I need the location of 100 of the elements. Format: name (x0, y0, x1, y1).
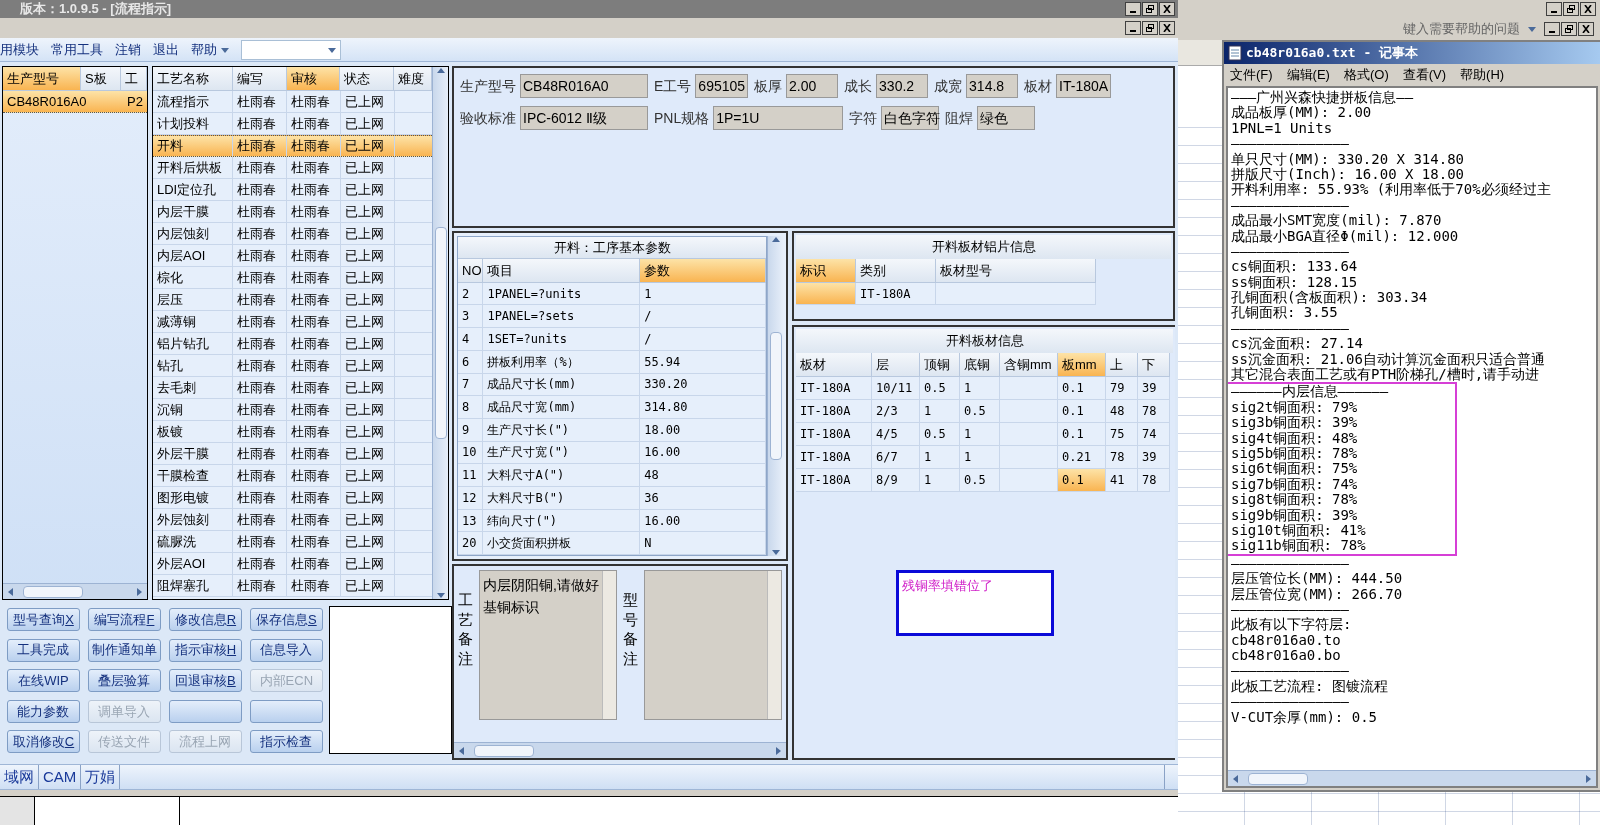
table-row[interactable]: 外层干膜 杜雨春 杜雨春 已上网 (153, 443, 432, 465)
minimize-icon[interactable] (1125, 2, 1141, 16)
table-row[interactable]: 开料后烘板 杜雨春 杜雨春 已上网 (153, 157, 432, 179)
column-header[interactable]: 类别 (856, 259, 936, 283)
action-button[interactable]: 修改信息R (168, 608, 242, 631)
table-row[interactable]: LDI定位孔 杜雨春 杜雨春 已上网 (153, 179, 432, 201)
scroll-thumb[interactable] (434, 226, 447, 440)
input-field[interactable]: 2.00 (786, 74, 839, 98)
menu-item[interactable]: 常用工具 (51, 39, 103, 60)
action-button[interactable]: 信息导入 (249, 638, 323, 662)
scroll-thumb[interactable] (23, 585, 83, 598)
menu-item[interactable]: 退出 (153, 39, 179, 60)
column-header[interactable]: 编写 (232, 67, 287, 91)
table-row[interactable]: 内层AOI 杜雨春 杜雨春 已上网 (153, 245, 432, 267)
remark-field[interactable] (644, 570, 782, 720)
table-row[interactable]: 硫脲洗 杜雨春 杜雨春 已上网 (153, 531, 432, 553)
scrollbar[interactable] (454, 742, 786, 758)
table-row[interactable]: 开料 杜雨春 杜雨春 已上网 (153, 135, 432, 157)
input-field[interactable]: 695105 (695, 74, 749, 98)
column-header[interactable]: 顶铜 (920, 353, 960, 377)
column-header[interactable]: 板mm (1058, 353, 1106, 377)
table-row[interactable]: 棕化 杜雨春 杜雨春 已上网 (153, 267, 432, 289)
column-header[interactable]: 生产型号 (3, 67, 81, 91)
column-header[interactable]: 工 (121, 67, 147, 91)
minimize-icon[interactable] (1125, 21, 1141, 35)
column-header[interactable]: 审核 (286, 67, 341, 91)
menu-item[interactable]: 用模块 (0, 39, 39, 60)
scrollbar[interactable] (1228, 770, 1596, 786)
table-row[interactable]: 铝片钻孔 杜雨春 杜雨春 已上网 (153, 333, 432, 355)
table-row[interactable]: 内层干膜 杜雨春 杜雨春 已上网 (153, 201, 432, 223)
close-icon[interactable] (1159, 2, 1175, 16)
close-icon[interactable] (1159, 21, 1175, 35)
restore-icon[interactable] (1142, 2, 1158, 16)
status-tab[interactable]: 域网 (0, 765, 39, 789)
scroll-thumb[interactable] (1248, 772, 1308, 785)
column-header[interactable]: 参数 (640, 258, 766, 283)
list-row[interactable]: CB48R016A0 P2 (3, 91, 147, 113)
scroll-thumb[interactable] (769, 332, 782, 460)
restore-icon[interactable] (1142, 21, 1158, 35)
column-header[interactable]: 上 (1106, 353, 1138, 377)
column-header[interactable]: 含铜mm (1000, 353, 1058, 377)
table-row[interactable]: 去毛刺 杜雨春 杜雨春 已上网 (153, 377, 432, 399)
column-header[interactable]: 项目 (483, 258, 641, 283)
column-header[interactable]: 标识 (796, 259, 856, 283)
action-button[interactable]: 叠层验算 (87, 669, 161, 693)
menu-item[interactable]: 格式(O) (1343, 65, 1389, 85)
column-header[interactable]: NO (458, 258, 484, 283)
column-header[interactable]: 下 (1138, 353, 1170, 377)
table-row[interactable]: 减薄铜 杜雨春 杜雨春 已上网 (153, 311, 432, 333)
close-icon[interactable] (1578, 22, 1594, 36)
action-button[interactable] (249, 699, 323, 723)
scrollbar[interactable] (432, 67, 448, 599)
column-header[interactable]: 板材 (796, 353, 872, 377)
status-tab[interactable]: CAM (39, 765, 82, 789)
input-field[interactable]: 绿色 (977, 106, 1036, 130)
input-field[interactable]: IPC-6012 Ⅱ级 (520, 106, 648, 130)
column-header[interactable]: 层 (872, 353, 920, 377)
column-header[interactable]: 状态 (340, 67, 395, 91)
action-button[interactable]: 保存信息S (249, 608, 323, 631)
table-row[interactable]: 外层蚀刻 杜雨春 杜雨春 已上网 (153, 509, 432, 531)
input-field[interactable]: IT-180A (1056, 74, 1112, 98)
column-header[interactable]: 难度 (394, 67, 432, 91)
scrollbar[interactable] (767, 236, 783, 556)
table-row[interactable]: 流程指示 杜雨春 杜雨春 已上网 (153, 91, 432, 113)
restore-icon[interactable] (1561, 22, 1577, 36)
menu-item[interactable]: 文件(F) (1230, 65, 1273, 85)
input-field[interactable]: 314.8 (966, 74, 1019, 98)
minimize-icon[interactable] (1546, 2, 1562, 16)
scrollbar[interactable] (3, 583, 147, 599)
minimize-icon[interactable] (1544, 22, 1560, 36)
table-row[interactable]: 沉铜 杜雨春 杜雨春 已上网 (153, 399, 432, 421)
action-button[interactable]: 编写流程F (87, 608, 161, 631)
table-row[interactable]: 内层蚀刻 杜雨春 杜雨春 已上网 (153, 223, 432, 245)
column-header[interactable]: 板材型号 (936, 259, 1096, 283)
menu-item[interactable]: 帮助(H) (1460, 65, 1505, 85)
restore-icon[interactable] (1563, 2, 1579, 16)
table-row[interactable]: 层压 杜雨春 杜雨春 已上网 (153, 289, 432, 311)
memo-box[interactable] (328, 606, 452, 754)
table-row[interactable]: 干膜检查 杜雨春 杜雨春 已上网 (153, 465, 432, 487)
column-header[interactable]: 工艺名称 (153, 67, 233, 91)
action-button[interactable] (168, 699, 242, 723)
action-button[interactable]: 在线WIP (7, 669, 80, 693)
action-button[interactable]: 能力参数 (7, 699, 80, 723)
action-button[interactable]: 指示审核H (168, 638, 242, 662)
menu-item[interactable]: 注销 (115, 39, 141, 60)
input-field[interactable]: 1P=1U (713, 106, 844, 130)
menu-item[interactable]: 帮助 (191, 39, 229, 60)
status-tab[interactable]: 万娟 (81, 765, 121, 789)
menu-item[interactable]: 查看(V) (1402, 65, 1447, 85)
input-field[interactable]: 330.2 (876, 74, 929, 98)
table-row[interactable]: 板镀 杜雨春 杜雨春 已上网 (153, 421, 432, 443)
close-icon[interactable] (1580, 2, 1596, 16)
action-button[interactable]: 型号查询X (7, 608, 80, 631)
scroll-thumb[interactable] (474, 744, 534, 757)
table-row[interactable]: 钻孔 杜雨春 杜雨春 已上网 (153, 355, 432, 377)
action-button[interactable]: 取消修改C (7, 730, 80, 754)
column-header[interactable]: 底铜 (960, 353, 1000, 377)
remark-field[interactable]: 内层阴阳铜,请做好基铜标识 (479, 570, 617, 720)
action-button[interactable]: 制作通知单 (87, 638, 161, 662)
combo-box[interactable] (241, 39, 341, 60)
